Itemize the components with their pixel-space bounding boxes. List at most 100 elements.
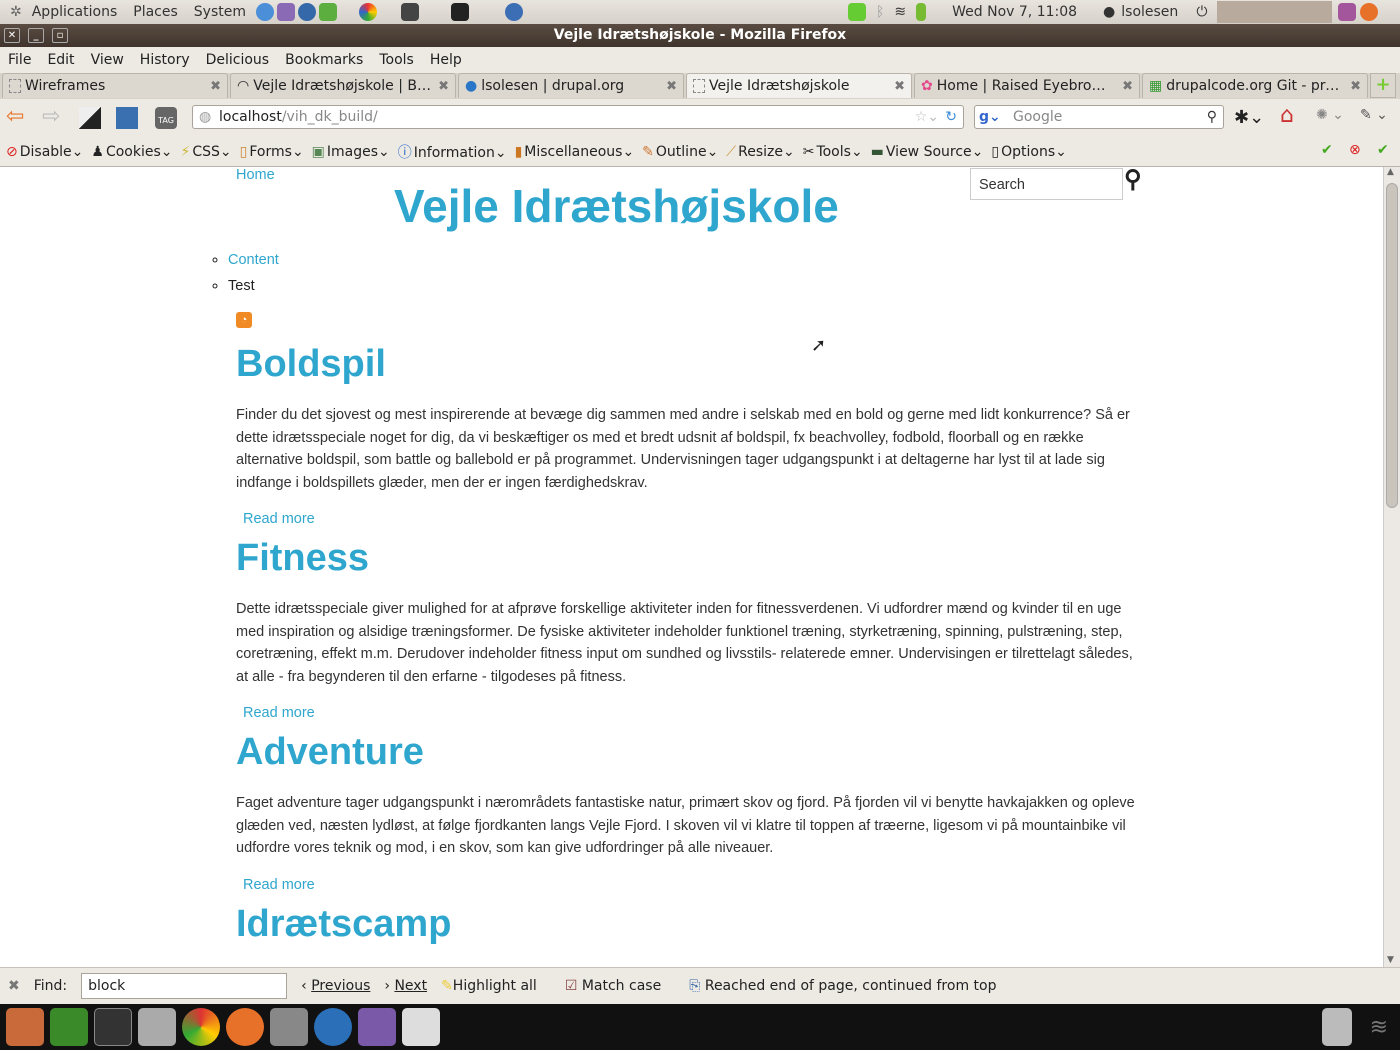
- bluetooth-icon[interactable]: ᛒ: [876, 4, 884, 20]
- xchat-launcher-icon[interactable]: [319, 3, 337, 21]
- battery-icon[interactable]: [916, 3, 927, 21]
- devbar-view-source[interactable]: ▬ View Source⌄: [871, 144, 984, 160]
- home-link[interactable]: Home: [236, 167, 275, 183]
- devbar-cookies[interactable]: ♟ Cookies⌄: [91, 144, 172, 160]
- star-icon[interactable]: ☆⌄: [915, 106, 939, 128]
- close-window-button[interactable]: ✕: [4, 28, 20, 43]
- wifi-dock-icon[interactable]: ≋: [1370, 1015, 1388, 1040]
- close-tab-icon[interactable]: ✖: [894, 79, 905, 94]
- user-menu[interactable]: lsolesen: [1121, 4, 1178, 20]
- power-icon[interactable]: ⏻: [1196, 4, 1207, 20]
- devbar-miscellaneous[interactable]: ▮ Miscellaneous⌄: [515, 144, 635, 160]
- vertical-scrollbar[interactable]: ▲ ▼: [1383, 167, 1400, 967]
- firefox-launcher-icon[interactable]: [256, 3, 274, 21]
- clock[interactable]: Wed Nov 7, 11:08: [952, 4, 1077, 20]
- minimize-window-button[interactable]: _: [28, 28, 44, 43]
- menu-applications[interactable]: Applications: [32, 4, 118, 20]
- tab-vejle-active[interactable]: Vejle Idrætshøjskole ✖: [686, 73, 912, 98]
- menu-view[interactable]: View: [91, 52, 124, 68]
- file-cabinet-app-icon[interactable]: [138, 1008, 176, 1046]
- close-tab-icon[interactable]: ✖: [438, 79, 449, 94]
- node-title[interactable]: Boldspil: [236, 343, 386, 385]
- skype-tray-icon[interactable]: [848, 3, 866, 21]
- menu-places[interactable]: Places: [133, 4, 178, 20]
- terminal-app-icon[interactable]: [94, 1008, 132, 1046]
- search-icon[interactable]: ⚲: [1124, 167, 1142, 194]
- tab-drupal-org[interactable]: ● lsolesen | drupal.org ✖: [458, 73, 684, 98]
- url-bar[interactable]: ◍ localhost/vih_dk_build/ ☆⌄ ↻: [192, 105, 964, 129]
- firebug-icon[interactable]: ✺ ⌄: [1316, 107, 1344, 123]
- text-editor-app-icon[interactable]: [402, 1008, 440, 1046]
- menu-delicious[interactable]: Delicious: [206, 52, 270, 68]
- eyedropper-icon[interactable]: ✎ ⌄: [1360, 107, 1388, 123]
- search-input[interactable]: Search: [970, 168, 1123, 200]
- forward-button[interactable]: ⇨: [42, 104, 60, 129]
- firefox-tray-icon[interactable]: [1360, 3, 1379, 21]
- menu-help[interactable]: Help: [430, 52, 462, 68]
- node-title[interactable]: Adventure: [236, 731, 424, 773]
- tab-vejle-blog[interactable]: ◠ Vejle Idrætshøjskole | Bl... ✖: [230, 73, 456, 98]
- devbar-outline[interactable]: ✎ Outline⌄: [642, 144, 718, 160]
- thunderbird-app-icon[interactable]: [314, 1008, 352, 1046]
- search-engine-box[interactable]: g⌄ Google ⚲: [974, 105, 1224, 129]
- css-valid-icon[interactable]: ✔: [1321, 142, 1333, 158]
- xchat-app-icon[interactable]: [50, 1008, 88, 1046]
- chrome-app-icon[interactable]: [182, 1008, 220, 1046]
- devbar-css[interactable]: ⚡ CSS⌄: [181, 144, 232, 160]
- reload-icon[interactable]: ↻: [945, 106, 957, 128]
- chat-status-icon[interactable]: ●: [1103, 4, 1115, 20]
- search-icon[interactable]: ⚲: [1207, 106, 1217, 128]
- terminal-launcher-icon[interactable]: [451, 3, 469, 21]
- menu-system[interactable]: System: [194, 4, 246, 20]
- scroll-up-icon[interactable]: ▲: [1387, 167, 1394, 177]
- thunderbird-launcher-icon[interactable]: [298, 3, 316, 21]
- read-more-link[interactable]: Read more: [243, 511, 1146, 533]
- read-more-link[interactable]: Read more: [243, 877, 1146, 899]
- extension-icon[interactable]: ✱⌄: [1234, 107, 1264, 128]
- menu-bookmarks[interactable]: Bookmarks: [285, 52, 363, 68]
- trash-icon[interactable]: [1321, 1008, 1352, 1046]
- back-button[interactable]: ⇦: [6, 104, 24, 129]
- maximize-window-button[interactable]: ▫: [52, 28, 68, 43]
- rss-feed-icon[interactable]: ◔: [236, 312, 252, 328]
- find-input[interactable]: block: [81, 973, 288, 999]
- tab-drupalcode[interactable]: ▦ drupalcode.org Git - pro... ✖: [1142, 73, 1368, 98]
- close-tab-icon[interactable]: ✖: [666, 79, 677, 94]
- gwibber-launcher-icon[interactable]: [505, 3, 523, 21]
- site-name[interactable]: Vejle Idrætshøjskole: [394, 179, 839, 233]
- devbar-resize[interactable]: ⟋ Resize⌄: [726, 144, 794, 160]
- google-icon[interactable]: g⌄: [979, 106, 1001, 128]
- tab-wireframes[interactable]: Wireframes ✖: [2, 73, 228, 98]
- menu-file[interactable]: File: [8, 52, 31, 68]
- devbar-disable[interactable]: ⊘ Disable⌄: [6, 144, 83, 160]
- devbar-information[interactable]: ⓘ Information⌄: [398, 142, 507, 162]
- firefox-app-icon[interactable]: [226, 1008, 264, 1046]
- menu-history[interactable]: History: [140, 52, 190, 68]
- highlight-all-button[interactable]: ✎Highlight all: [441, 978, 551, 994]
- close-tab-icon[interactable]: ✖: [1350, 79, 1361, 94]
- workspace-switcher[interactable]: [1217, 1, 1333, 23]
- calculator-app-icon[interactable]: [270, 1008, 308, 1046]
- node-title[interactable]: Fitness: [236, 537, 369, 579]
- screenshot-launcher-icon[interactable]: [401, 3, 419, 21]
- node-title[interactable]: Idrætscamp: [236, 903, 451, 945]
- menu-item-content[interactable]: Content: [228, 252, 279, 268]
- window-list-icon[interactable]: [1338, 3, 1357, 21]
- pidgin-launcher-icon[interactable]: [277, 3, 295, 21]
- new-tab-button[interactable]: +: [1370, 73, 1396, 98]
- home-icon[interactable]: ⌂: [1280, 103, 1294, 128]
- scroll-down-icon[interactable]: ▼: [1387, 955, 1394, 965]
- devbar-forms[interactable]: ▯ Forms⌄: [240, 144, 304, 160]
- delicious-icon[interactable]: [79, 107, 101, 129]
- tag-icon[interactable]: TAG: [155, 107, 177, 129]
- bookmark-icon[interactable]: [116, 107, 138, 129]
- menu-tools[interactable]: Tools: [379, 52, 414, 68]
- tab-raised-eyebrow[interactable]: ✿ Home | Raised Eyebrow ... ✖: [914, 73, 1140, 98]
- menu-edit[interactable]: Edit: [47, 52, 74, 68]
- pidgin-app-icon[interactable]: [358, 1008, 396, 1046]
- close-find-icon[interactable]: ✖: [8, 978, 20, 994]
- close-tab-icon[interactable]: ✖: [1122, 79, 1133, 94]
- match-case-checkbox[interactable]: ☑ Match case: [565, 978, 675, 994]
- error-icon[interactable]: ⊗: [1349, 142, 1361, 158]
- devbar-tools[interactable]: ✂ Tools⌄: [803, 144, 863, 160]
